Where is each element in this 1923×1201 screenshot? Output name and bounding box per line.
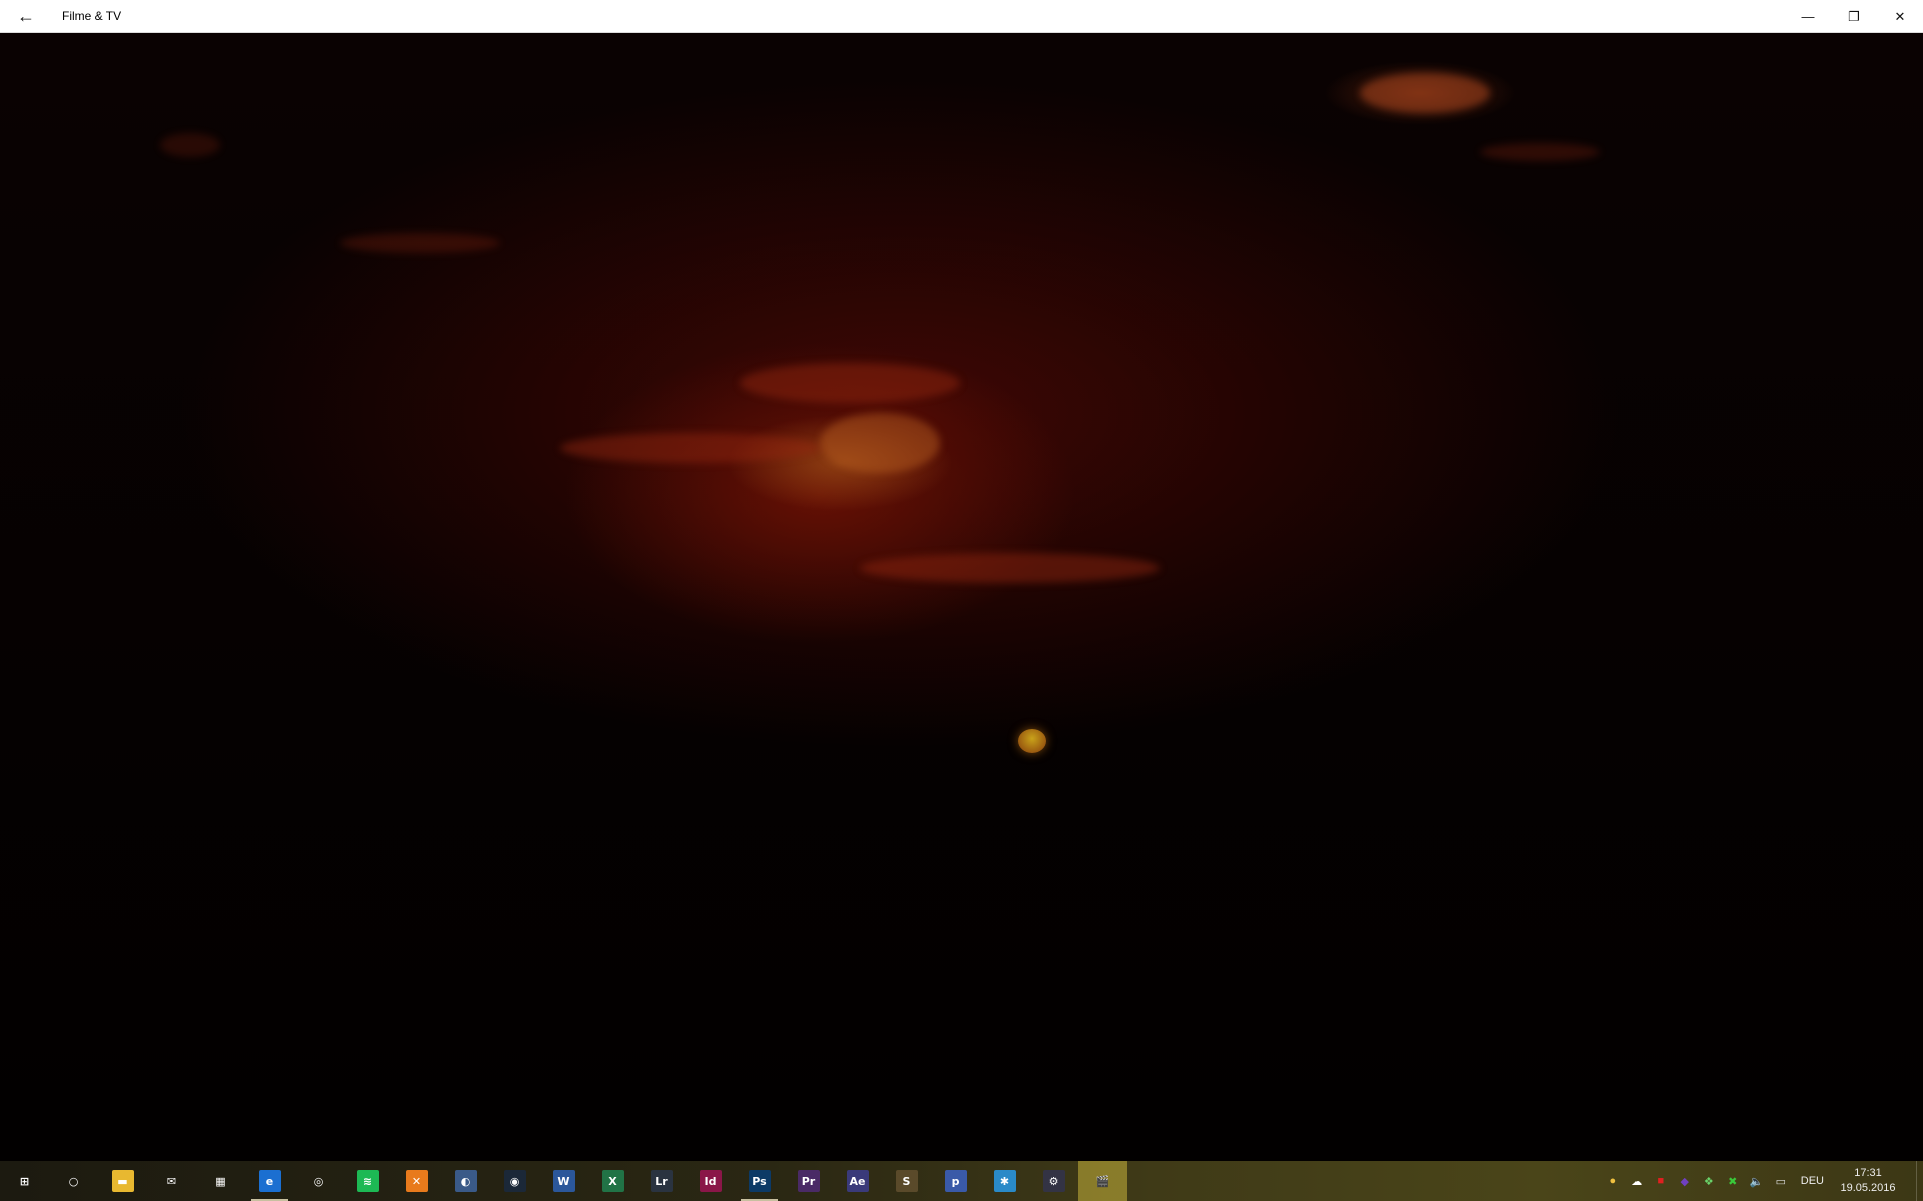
groove-button[interactable]: ◎ <box>294 1161 343 1201</box>
system-tray: ● ☁ ■ ◆ ❖ ✖ 🔈 ▭ DEU 17:31 19.05.2016 <box>1601 1161 1923 1201</box>
file-explorer-button[interactable]: ▬ <box>98 1161 147 1201</box>
red-app-tray-icon[interactable]: ■ <box>1649 1161 1673 1201</box>
word-icon: W <box>552 1170 575 1192</box>
steam-button[interactable]: ◉ <box>490 1161 539 1201</box>
mail-icon: ✉ <box>166 1174 177 1188</box>
window-title: Filme & TV <box>62 9 122 23</box>
taskbar: ⊞ ○ ▬ ✉ ▦ e ◎ ≋ ✕ ◐ ◉ W X Lr Id Ps Pr Ae Sp ✱ ⚙ 🎬 ● ☁ ■ ◆ ❖ ✖ 🔈 ▭ DE… <box>0 1161 1923 1201</box>
excel-button[interactable]: X <box>588 1161 637 1201</box>
notification-icon[interactable]: ▭ <box>1769 1161 1793 1201</box>
clapperboard-icon: 🎬 <box>1095 1174 1110 1188</box>
close-icon: ✕ <box>1894 8 1906 24</box>
purple-app-tray-icon[interactable]: ◆ <box>1673 1161 1697 1201</box>
cloud-shape <box>1480 143 1600 161</box>
photoshop-button[interactable]: Ps <box>735 1161 784 1201</box>
circle-app-icon: ◐ <box>454 1170 477 1192</box>
app-php-button[interactable]: p <box>931 1161 980 1201</box>
indesign-icon: Id <box>699 1170 722 1192</box>
mail-button[interactable]: ✉ <box>147 1161 196 1201</box>
app-circle-button[interactable]: ◐ <box>441 1161 490 1201</box>
indesign-button[interactable]: Id <box>686 1161 735 1201</box>
edge-icon: e <box>258 1170 281 1192</box>
after-effects-button[interactable]: Ae <box>833 1161 882 1201</box>
volume-icon[interactable]: 🔈 <box>1745 1161 1769 1201</box>
premiere-button[interactable]: Pr <box>784 1161 833 1201</box>
folder-icon: ▬ <box>111 1170 134 1192</box>
cloud-shape <box>560 433 820 463</box>
sublime-button[interactable]: S <box>882 1161 931 1201</box>
cloud-shape <box>340 233 500 253</box>
sublime-icon: S <box>895 1170 918 1192</box>
lightroom-button[interactable]: Lr <box>637 1161 686 1201</box>
calendar-icon: ▦ <box>215 1174 226 1188</box>
minimize-button[interactable]: — <box>1785 0 1831 33</box>
back-button[interactable]: ← <box>0 0 52 33</box>
cloud-shape <box>160 133 220 157</box>
title-bar: ← Filme & TV — ❐ ✕ <box>0 0 1923 33</box>
cloud-shape <box>1360 73 1490 113</box>
steam-icon: ◉ <box>503 1170 526 1192</box>
sun-shape <box>1018 729 1046 753</box>
orange-x-icon: ✕ <box>405 1170 428 1192</box>
calendar-button[interactable]: ▦ <box>196 1161 245 1201</box>
show-desktop-button[interactable] <box>1916 1161 1923 1201</box>
cortana-icon: ○ <box>68 1174 79 1188</box>
after-effects-icon: Ae <box>846 1170 869 1192</box>
restore-button[interactable]: ❐ <box>1831 0 1877 33</box>
php-app-icon: p <box>944 1170 967 1192</box>
lightroom-icon: Lr <box>650 1170 673 1192</box>
groove-music-icon: ◎ <box>313 1174 324 1188</box>
start-button[interactable]: ⊞ <box>0 1161 49 1201</box>
movies-tv-button[interactable]: 🎬 <box>1078 1161 1127 1201</box>
chrome-tray-icon[interactable]: ● <box>1601 1161 1625 1201</box>
cortana-button[interactable]: ○ <box>49 1161 98 1201</box>
input-language[interactable]: DEU <box>1801 1175 1824 1187</box>
tray-icons: ● ☁ ■ ◆ ❖ ✖ 🔈 ▭ <box>1601 1161 1793 1201</box>
cloud-shape <box>740 363 960 403</box>
window-controls: — ❐ ✕ <box>1785 0 1923 33</box>
spotify-button[interactable]: ≋ <box>343 1161 392 1201</box>
settings-app-button[interactable]: ⚙ <box>1029 1161 1078 1201</box>
premiere-icon: Pr <box>797 1170 820 1192</box>
close-button[interactable]: ✕ <box>1877 0 1923 33</box>
onedrive-icon[interactable]: ☁ <box>1625 1161 1649 1201</box>
cloud-shape <box>860 553 1160 583</box>
clock-date: 19.05.2016 <box>1840 1182 1896 1194</box>
video-player[interactable] <box>0 33 1923 1161</box>
restore-icon: ❐ <box>1848 8 1860 24</box>
app-x-button[interactable]: ✕ <box>392 1161 441 1201</box>
photoshop-icon: Ps <box>748 1170 771 1192</box>
minimize-icon: — <box>1801 9 1815 24</box>
clock-time: 17:31 <box>1854 1167 1882 1179</box>
snowflake-icon: ✱ <box>993 1170 1016 1192</box>
edge-button[interactable]: e <box>245 1161 294 1201</box>
cloud-shape <box>820 413 940 473</box>
back-arrow-icon: ← <box>17 5 35 26</box>
xbox-tray-icon[interactable]: ✖ <box>1721 1161 1745 1201</box>
clock[interactable]: 17:31 19.05.2016 <box>1834 1166 1902 1196</box>
windows-icon: ⊞ <box>19 1174 30 1188</box>
word-button[interactable]: W <box>539 1161 588 1201</box>
app-gear-icon: ⚙ <box>1042 1170 1065 1192</box>
snowflake-app-button[interactable]: ✱ <box>980 1161 1029 1201</box>
dropbox-icon[interactable]: ❖ <box>1697 1161 1721 1201</box>
spotify-icon: ≋ <box>356 1170 379 1192</box>
taskbar-apps: ⊞ ○ ▬ ✉ ▦ e ◎ ≋ ✕ ◐ ◉ W X Lr Id Ps Pr Ae Sp ✱ ⚙ 🎬 <box>0 1161 1127 1201</box>
excel-icon: X <box>601 1170 624 1192</box>
